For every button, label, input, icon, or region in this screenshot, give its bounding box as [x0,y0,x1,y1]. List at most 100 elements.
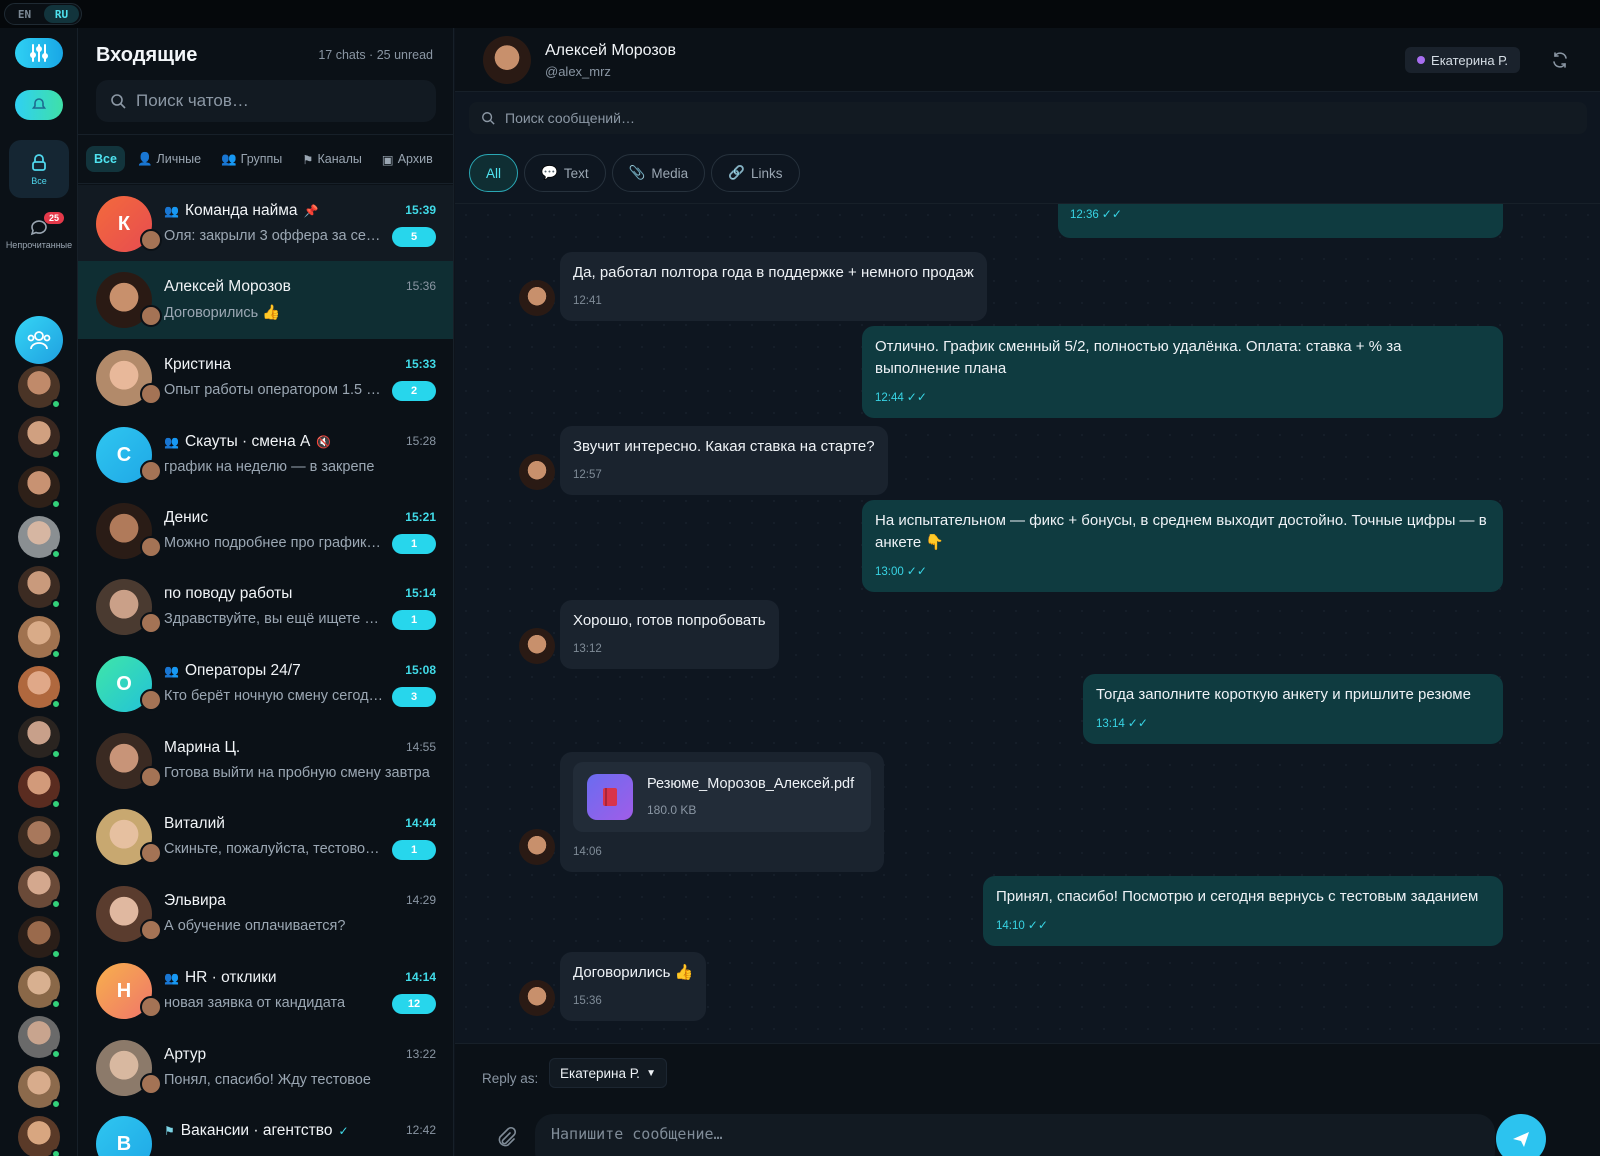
rail-contact-avatar[interactable] [18,1016,61,1059]
chat-search-box[interactable] [96,80,436,122]
type-filter-text[interactable]: 💬 Text [524,154,606,192]
message-bubble-incoming[interactable]: Хорошо, готов попробовать 13:12 [560,600,779,669]
rail-contact-avatar[interactable] [18,716,61,759]
chat-name: Вакансии · агентство [180,1122,333,1139]
message-thread[interactable]: 12:36 ✓✓ Да, работал полтора года в подде… [455,203,1600,1093]
chat-item[interactable]: Кристина Опыт работы оператором 1.5 г… 1… [78,339,453,417]
rail-contact-avatar[interactable] [18,1116,61,1156]
sliders-icon [30,44,48,62]
chat-item[interactable]: В ⚑ Вакансии · агентство ✓ 12:42 [78,1105,453,1156]
chat-preview: график на неделю — в закрепе [164,459,375,475]
message-search-input[interactable] [505,110,1505,126]
agent-avatar [140,919,162,941]
lang-ru-button[interactable]: RU [44,5,79,23]
agent-avatar [140,1073,162,1095]
message-time-row: 12:36 ✓✓ [1070,204,1122,226]
message-bubble-incoming[interactable]: Договорились 👍 15:36 [560,952,707,1021]
message-search-box[interactable] [469,102,1587,134]
chat-item[interactable]: Алексей Морозов Договорились 👍 15:36 [78,261,453,339]
rail-all-chats[interactable]: Все [9,140,69,198]
type-filter-links[interactable]: 🔗 Links [711,154,800,192]
chat-item[interactable]: Артур Понял, спасибо! Жду тестовое 13:22 [78,1029,453,1107]
type-filter-label: Links [751,165,783,181]
chat-item[interactable]: Эльвира А обучение оплачивается? 14:29 [78,875,453,953]
refresh-button[interactable] [1548,48,1572,72]
message-bubble-outgoing[interactable]: Тогда заполните короткую анкету и пришли… [1083,674,1503,744]
chat-item[interactable]: Н 👥 HR · отклики новая заявка от кандидат… [78,952,453,1030]
reply-as-dropdown[interactable]: Екатерина Р. ▼ [549,1058,667,1088]
rail-contact-avatar[interactable] [18,616,61,659]
agent-avatar [140,612,162,634]
type-filter-media[interactable]: 📎 Media [611,154,706,192]
rail-contact-avatar[interactable] [18,816,61,859]
read-ticks-icon: ✓✓ [906,564,927,578]
online-dot [51,799,61,809]
settings-sliders-button[interactable] [15,38,63,68]
filter-tab-all[interactable]: Все [86,146,125,172]
message-bubble-file[interactable]: Резюме_Морозов_Алексей.pdf 180.0 KB 14:0… [560,752,884,872]
filter-tab-personal[interactable]: 👤 Личные [129,146,209,173]
chat-time: 15:36 [405,279,436,293]
message-bubble-incoming[interactable]: Да, работал полтора года в поддержке + н… [560,252,987,321]
online-dot [51,899,61,909]
chat-name: Эльвира [164,892,226,909]
reply-as-label: Reply as: [482,1071,539,1086]
sender-avatar [519,280,555,316]
type-filter-all[interactable]: All [469,154,519,192]
unread-badge: 1 [392,534,436,554]
chat-name-row: 👥 Команда найма 📌 [164,202,318,220]
notifications-button[interactable] [15,90,63,120]
file-attachment[interactable]: Резюме_Морозов_Алексей.pdf 180.0 KB [573,762,871,832]
chat-item[interactable]: Марина Ц. Готова выйти на пробную смену … [78,722,453,800]
message-input[interactable] [535,1114,1495,1156]
chat-preview: А обучение оплачивается? [164,918,346,934]
rail-contact-avatar[interactable] [18,416,61,459]
send-button[interactable] [1496,1114,1546,1156]
chat-time: 15:21 [405,510,436,524]
rail-contact-avatar[interactable] [18,866,61,909]
filter-tab-archive[interactable]: ▣ Архив [374,146,441,173]
chat-item[interactable]: Денис Можно подробнее про график… 15:21 … [78,492,453,570]
chat-item[interactable]: К 👥 Команда найма 📌 Оля: закрыли 3 оффера … [78,185,453,263]
chat-avatar: В [96,1116,152,1156]
contact-avatar[interactable] [483,36,531,84]
rail-team-button[interactable] [15,316,63,364]
chat-item[interactable]: О 👥 Операторы 24/7 Кто берёт ночную смену… [78,645,453,723]
lang-en-button[interactable]: EN [7,5,42,23]
language-switch[interactable]: EN RU [4,3,82,25]
chat-item[interactable]: Виталий Скиньте, пожалуйста, тестово… 14… [78,798,453,876]
paperclip-icon [498,1126,517,1147]
message-bubble-outgoing[interactable]: Принял, спасибо! Посмотрю и сегодня верн… [983,876,1503,946]
assigned-agent-chip[interactable]: Екатерина Р. [1405,47,1520,73]
rail-contact-avatar[interactable] [18,366,61,409]
chat-preview: новая заявка от кандидата [164,995,346,1011]
message-bubble-outgoing[interactable]: Отлично. График сменный 5/2, полностью у… [862,326,1503,418]
attach-button[interactable] [495,1126,519,1150]
rail-contact-avatar[interactable] [18,916,61,959]
rail-unread-chats[interactable]: 25 Непрочитанные [0,210,78,260]
filter-tab-channels[interactable]: ⚑ Каналы [294,146,370,173]
filter-tab-groups[interactable]: 👥 Группы [213,146,290,173]
chat-item[interactable]: по поводу работы Здравствуйте, вы ещё ищ… [78,568,453,646]
message-bubble-incoming[interactable]: Звучит интересно. Какая ставка на старте… [560,426,888,495]
bell-icon [31,98,47,109]
chevron-down-icon: ▼ [646,1067,656,1079]
team-icon [27,331,51,350]
message-bubble-outgoing[interactable]: На испытательном — фикс + бонусы, в сред… [862,500,1503,592]
rail-contact-avatar[interactable] [18,666,61,709]
online-dot [51,399,61,409]
message-text: Принял, спасибо! Посмотрю и сегодня верн… [996,888,1479,905]
chat-search-input[interactable] [136,91,406,111]
rail-contact-avatar[interactable] [18,566,61,609]
rail-contact-avatar[interactable] [18,766,61,809]
message-bubble-outgoing[interactable]: 12:36 ✓✓ [1058,204,1503,238]
rail-contact-avatar[interactable] [18,1066,61,1109]
rail-contact-avatar[interactable] [18,516,61,559]
message-composer: Reply as: Екатерина Р. ▼ [455,1043,1600,1156]
group-icon: 👥 [164,204,179,218]
rail-contact-avatar[interactable] [18,466,61,509]
message-time: 12:36 [1070,209,1099,221]
chat-item[interactable]: С 👥 Скауты · смена А 🔇 график на неделю — … [78,416,453,494]
message-type-filters: All 💬 Text 📎 Media 🔗 Links [469,154,800,192]
rail-contact-avatar[interactable] [18,966,61,1009]
